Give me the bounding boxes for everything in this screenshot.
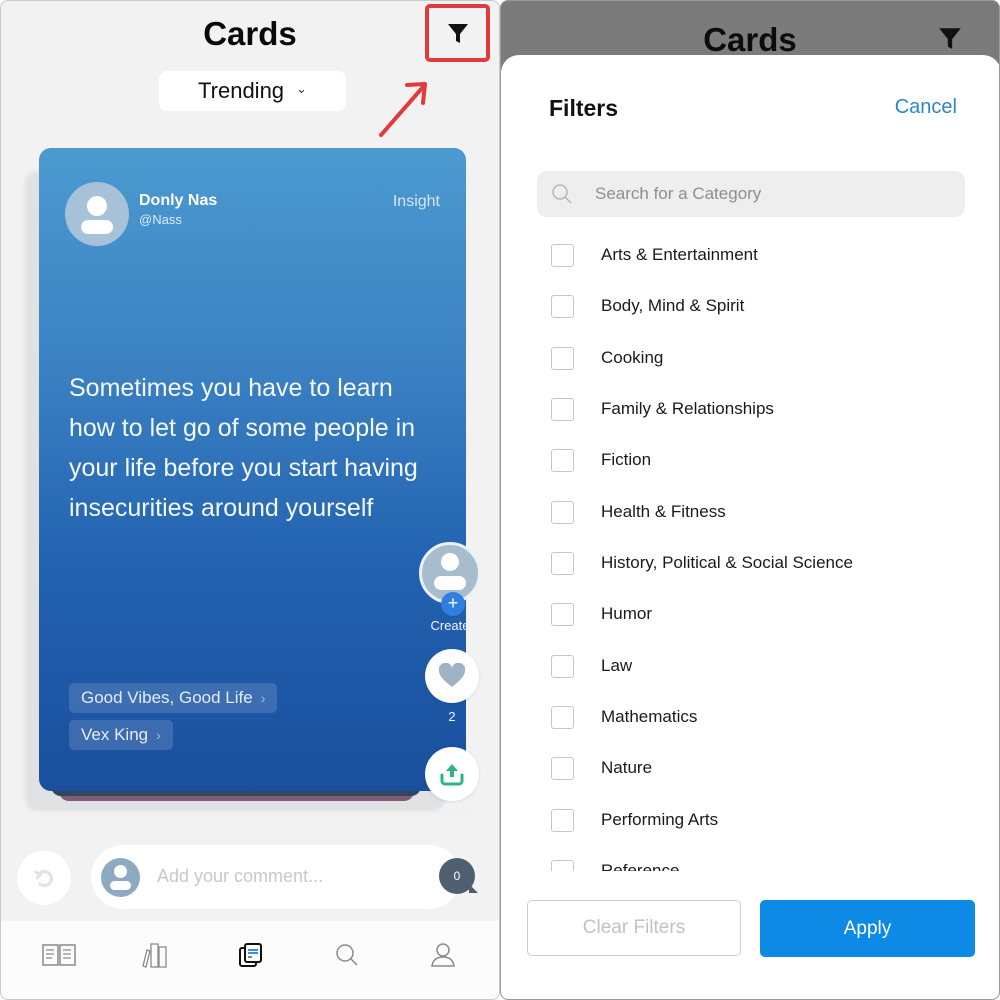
like-count: 2 bbox=[448, 709, 456, 724]
checkbox[interactable] bbox=[551, 500, 574, 524]
checkbox[interactable] bbox=[551, 654, 574, 678]
card-type-label: Insight bbox=[392, 193, 440, 210]
category-item[interactable]: Reference bbox=[551, 858, 679, 871]
tab-profile[interactable] bbox=[413, 935, 473, 975]
create-button[interactable]: + Create bbox=[419, 542, 481, 633]
search-icon bbox=[336, 944, 358, 966]
plus-icon: + bbox=[441, 592, 465, 616]
funnel-icon bbox=[447, 24, 468, 43]
category-item[interactable]: Arts & Entertainment bbox=[551, 242, 758, 268]
category-label: Arts & Entertainment bbox=[601, 245, 758, 264]
bookshelf-icon bbox=[142, 943, 167, 968]
share-icon bbox=[440, 764, 464, 786]
comment-input[interactable] bbox=[157, 859, 417, 893]
apply-button[interactable]: Apply bbox=[760, 900, 975, 957]
author-name[interactable]: Donly Nas bbox=[139, 192, 217, 210]
category-label: Cooking bbox=[601, 348, 664, 367]
checkbox[interactable] bbox=[551, 294, 574, 318]
chevron-right-icon: › bbox=[260, 690, 266, 706]
cards-screen: Cards Trending ⌄ Donly Nas @Nass Insight… bbox=[0, 0, 500, 1000]
author-handle: @Nass bbox=[139, 212, 182, 227]
category-label: Reference bbox=[601, 861, 680, 871]
category-item[interactable]: Family & Relationships bbox=[551, 396, 774, 422]
undo-icon bbox=[34, 870, 53, 887]
author-tag-label: Vex King bbox=[81, 725, 149, 744]
checkbox[interactable] bbox=[551, 756, 574, 780]
user-avatar-icon: + bbox=[419, 542, 481, 616]
tab-search[interactable] bbox=[317, 935, 377, 975]
like-button[interactable]: 2 bbox=[425, 649, 479, 724]
category-item[interactable]: Nature bbox=[551, 755, 652, 781]
filters-sheet: Filters Cancel Arts & Entertainment Body… bbox=[501, 55, 999, 999]
category-label: Performing Arts bbox=[601, 810, 719, 829]
category-search-input[interactable] bbox=[595, 177, 945, 211]
share-button[interactable]: Share bbox=[425, 747, 479, 820]
checkbox[interactable] bbox=[551, 243, 574, 267]
speech-bubble-tail-icon bbox=[469, 884, 478, 893]
category-label: Health & Fitness bbox=[601, 502, 726, 521]
category-item[interactable]: History, Political & Social Science bbox=[551, 550, 853, 576]
tab-books[interactable] bbox=[125, 935, 185, 975]
category-label: Body, Mind & Spirit bbox=[601, 296, 745, 315]
search-icon bbox=[552, 184, 572, 204]
category-item[interactable]: Performing Arts bbox=[551, 807, 718, 833]
heart-icon bbox=[438, 663, 466, 687]
comments-count-button[interactable]: 0 bbox=[439, 858, 479, 896]
cancel-button[interactable]: Cancel bbox=[895, 96, 957, 119]
chevron-right-icon: › bbox=[156, 727, 161, 743]
user-avatar bbox=[101, 858, 140, 897]
author-avatar[interactable] bbox=[65, 182, 129, 246]
author-tag[interactable]: Vex King › bbox=[69, 720, 173, 750]
checkbox[interactable] bbox=[551, 808, 574, 832]
chevron-down-icon: ⌄ bbox=[296, 81, 307, 96]
annotation-arrow bbox=[379, 82, 427, 137]
bottom-tab-bar bbox=[1, 921, 499, 999]
category-search bbox=[537, 171, 965, 217]
category-item[interactable]: Body, Mind & Spirit bbox=[551, 293, 744, 319]
funnel-icon bbox=[939, 28, 961, 49]
user-icon bbox=[431, 943, 455, 967]
checkbox[interactable] bbox=[551, 397, 574, 421]
category-label: History, Political & Social Science bbox=[601, 553, 853, 572]
category-item[interactable]: Cooking bbox=[551, 345, 663, 371]
undo-button[interactable] bbox=[17, 851, 71, 905]
checkbox[interactable] bbox=[551, 859, 574, 871]
sheet-title: Filters bbox=[549, 95, 619, 121]
category-label: Humor bbox=[601, 604, 653, 623]
category-label: Law bbox=[601, 656, 633, 675]
book-tag-label: Good Vibes, Good Life bbox=[81, 688, 253, 707]
category-label: Mathematics bbox=[601, 707, 698, 726]
category-item[interactable]: Fiction bbox=[551, 447, 651, 473]
background-page-title: Cards bbox=[703, 21, 797, 58]
category-item[interactable]: Mathematics bbox=[551, 704, 697, 730]
category-list: Arts & Entertainment Body, Mind & Spirit… bbox=[501, 235, 999, 871]
quote-card[interactable]: Donly Nas @Nass Insight Sometimes you ha… bbox=[39, 148, 466, 791]
quote-text: Sometimes you have to learn how to let g… bbox=[69, 374, 418, 522]
category-label: Fiction bbox=[601, 450, 652, 469]
checkbox[interactable] bbox=[551, 602, 574, 626]
tab-cards[interactable] bbox=[221, 935, 281, 975]
category-item[interactable]: Health & Fitness bbox=[551, 499, 726, 525]
category-item[interactable]: Humor bbox=[551, 601, 652, 627]
tab-library[interactable] bbox=[29, 935, 89, 975]
book-tag[interactable]: Good Vibes, Good Life › bbox=[69, 683, 278, 713]
filter-button[interactable] bbox=[425, 4, 490, 62]
cards-icon bbox=[239, 943, 262, 967]
category-label: Nature bbox=[601, 758, 653, 777]
checkbox[interactable] bbox=[551, 705, 574, 729]
open-book-icon bbox=[42, 944, 76, 966]
comment-bar bbox=[91, 845, 461, 909]
checkbox[interactable] bbox=[551, 346, 574, 370]
checkbox[interactable] bbox=[551, 551, 574, 575]
sort-dropdown[interactable]: Trending ⌄ bbox=[159, 71, 346, 111]
create-label: Create bbox=[430, 618, 470, 633]
share-label: Share bbox=[434, 805, 470, 820]
category-item[interactable]: Law bbox=[551, 653, 632, 679]
filters-screen: Cards Filters Cancel Arts & Entertainmen… bbox=[500, 0, 1000, 1000]
category-label: Family & Relationships bbox=[601, 399, 774, 418]
sort-dropdown-value: Trending bbox=[198, 78, 285, 103]
clear-filters-button[interactable]: Clear Filters bbox=[527, 900, 741, 956]
checkbox[interactable] bbox=[551, 448, 574, 472]
